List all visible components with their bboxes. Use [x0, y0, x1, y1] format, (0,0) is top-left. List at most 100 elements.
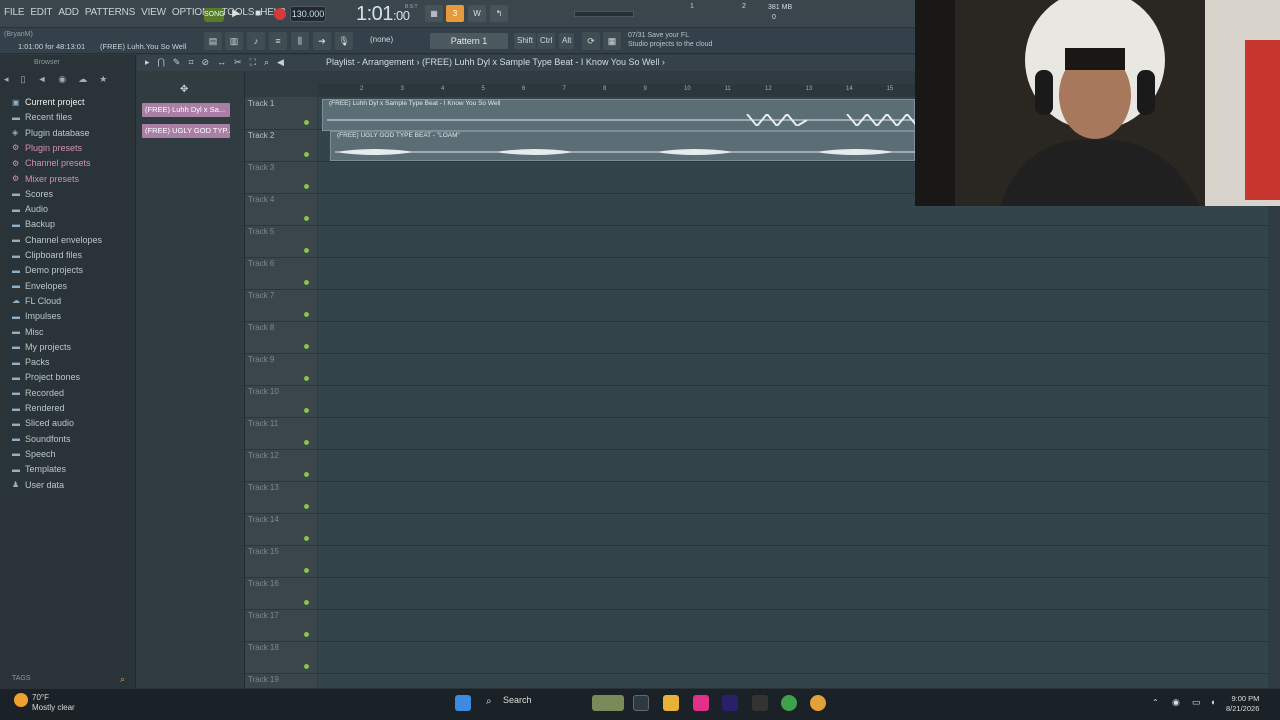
track-mute-indicator[interactable]: [304, 632, 309, 637]
track-label[interactable]: Track 11: [248, 419, 278, 428]
menu-patterns[interactable]: PATTERNS: [85, 7, 135, 18]
song-mode-button[interactable]: SONG: [204, 8, 225, 22]
pencil-icon[interactable]: ✎: [173, 57, 181, 68]
taskbar-clock[interactable]: 9:00 PM 8/21/2026: [1226, 694, 1259, 714]
track-label[interactable]: Track 6: [248, 259, 274, 268]
track-label[interactable]: Track 18: [248, 643, 279, 652]
track-mute-indicator[interactable]: [304, 248, 309, 253]
track-mute-indicator[interactable]: [304, 152, 309, 157]
timeline-ruler[interactable]: [318, 84, 915, 97]
task-view-icon[interactable]: [633, 695, 649, 711]
collapse-icon[interactable]: ◂: [4, 74, 9, 85]
track-label[interactable]: Track 7: [248, 291, 274, 300]
browser-item[interactable]: ▬ Impulses: [12, 311, 61, 321]
track-label[interactable]: Track 3: [248, 163, 274, 172]
menu-edit[interactable]: EDIT: [30, 7, 52, 18]
audio-clip[interactable]: (FREE) Luhh Dyl x Sample Type Beat - I K…: [322, 99, 917, 131]
track-label[interactable]: Track 15: [248, 547, 279, 556]
track-mute-indicator[interactable]: [304, 344, 309, 349]
track-mute-indicator[interactable]: [304, 216, 309, 221]
premiere-icon[interactable]: [722, 695, 738, 711]
record-button[interactable]: [274, 8, 286, 20]
browser-item[interactable]: ▬ Clipboard files: [12, 250, 82, 260]
shift-key-button[interactable]: Shift: [514, 33, 537, 49]
move-icon[interactable]: ✥: [180, 84, 188, 95]
chevron-up-icon[interactable]: ⌃: [1152, 698, 1159, 707]
browser-item[interactable]: ▬ Recent files: [12, 112, 72, 122]
track-mute-indicator[interactable]: [304, 664, 309, 669]
track-mute-indicator[interactable]: [304, 504, 309, 509]
track-mute-indicator[interactable]: [304, 600, 309, 605]
picker-item[interactable]: (FREE) UGLY GOD TYP...: [142, 124, 230, 138]
zoom-icon[interactable]: ⌕: [264, 57, 269, 68]
search-icon[interactable]: ⌕: [486, 696, 492, 707]
track-mute-indicator[interactable]: [304, 472, 309, 477]
app-icon[interactable]: [752, 695, 768, 711]
browser-item[interactable]: ▬ Channel envelopes: [12, 235, 102, 245]
browser-icon[interactable]: ⫼: [291, 32, 309, 50]
track-label[interactable]: Track 13: [248, 483, 279, 492]
track-label[interactable]: Track 1: [248, 99, 274, 108]
track-label[interactable]: Track 5: [248, 227, 274, 236]
refresh-icon[interactable]: ◉: [58, 74, 66, 85]
browser-item[interactable]: ▬ Demo projects: [12, 265, 83, 275]
track-label[interactable]: Track 19: [248, 675, 279, 684]
snap-selector[interactable]: (none): [370, 35, 393, 44]
news-icon[interactable]: ▦: [603, 32, 621, 50]
menu-view[interactable]: VIEW: [141, 7, 166, 18]
network-icon[interactable]: ▭: [1192, 697, 1201, 708]
track-mute-indicator[interactable]: [304, 312, 309, 317]
track-label[interactable]: Track 16: [248, 579, 279, 588]
browser-item[interactable]: ▬ Misc: [12, 327, 44, 337]
taskbar-search[interactable]: Search: [503, 695, 532, 705]
select-icon[interactable]: ⛶: [250, 57, 256, 68]
browser-item[interactable]: ⚙ Mixer presets: [12, 174, 79, 184]
track-mute-indicator[interactable]: [304, 440, 309, 445]
browser-item[interactable]: ▬ Soundfonts: [12, 434, 71, 444]
piano-roll-icon[interactable]: ♪: [247, 32, 265, 50]
browser-item[interactable]: ▬ My projects: [12, 342, 71, 352]
browser-item[interactable]: ▬ Templates: [12, 464, 66, 474]
tempo-display[interactable]: 130.000: [290, 6, 326, 22]
track-mute-indicator[interactable]: [304, 408, 309, 413]
browser-item[interactable]: ▬ Rendered: [12, 403, 65, 413]
track-label[interactable]: Track 9: [248, 355, 274, 364]
loop-record-icon[interactable]: ↰: [490, 5, 508, 22]
track-mute-indicator[interactable]: [304, 568, 309, 573]
sync-icon[interactable]: ⟳: [582, 32, 600, 50]
pattern-selector[interactable]: Pattern 1: [430, 33, 508, 49]
microphone-icon[interactable]: 🎙: [335, 32, 353, 50]
menu-file[interactable]: FILE: [4, 7, 25, 18]
volume-icon[interactable]: ◖: [1210, 697, 1215, 707]
alt-key-button[interactable]: Alt: [559, 33, 575, 49]
wait-icon[interactable]: W: [468, 5, 486, 22]
cloud-icon[interactable]: ☁: [78, 74, 87, 85]
app-icon[interactable]: [693, 695, 709, 711]
ctrl-key-button[interactable]: Ctrl: [537, 33, 556, 49]
browser-item[interactable]: ⚙ Channel presets: [12, 158, 91, 168]
weather-widget[interactable]: 70°F Mostly clear: [32, 693, 75, 713]
playback-icon[interactable]: ◀: [277, 57, 284, 68]
audio-clip[interactable]: (FREE) UGLY GOD TYPE BEAT - "LOAM": [330, 131, 915, 161]
chrome-icon[interactable]: [781, 695, 797, 711]
wifi-icon[interactable]: ◉: [1172, 697, 1180, 708]
star-icon[interactable]: ★: [99, 74, 107, 85]
track-mute-indicator[interactable]: [304, 184, 309, 189]
browser-item[interactable]: ☁ FL Cloud: [12, 296, 61, 306]
delete-icon[interactable]: ⊘: [202, 57, 210, 68]
countdown-icon[interactable]: 3: [446, 5, 464, 22]
back-icon[interactable]: ◄: [37, 74, 46, 85]
slice-icon[interactable]: ✂: [234, 57, 242, 68]
stop-icon[interactable]: ■: [250, 7, 266, 21]
track-label[interactable]: Track 2: [248, 131, 274, 140]
file-explorer-icon[interactable]: [663, 695, 679, 711]
weather-icon[interactable]: [14, 693, 28, 707]
track-label[interactable]: Track 14: [248, 515, 279, 524]
browser-item[interactable]: ▬ Backup: [12, 219, 55, 229]
playlist-icon[interactable]: ▤: [204, 32, 222, 50]
magnet-icon[interactable]: ⋂: [158, 57, 165, 68]
track-label[interactable]: Track 17: [248, 611, 279, 620]
track-label[interactable]: Track 8: [248, 323, 274, 332]
browser-item[interactable]: ▬ Project bones: [12, 372, 80, 382]
menu-add[interactable]: ADD: [58, 7, 79, 18]
